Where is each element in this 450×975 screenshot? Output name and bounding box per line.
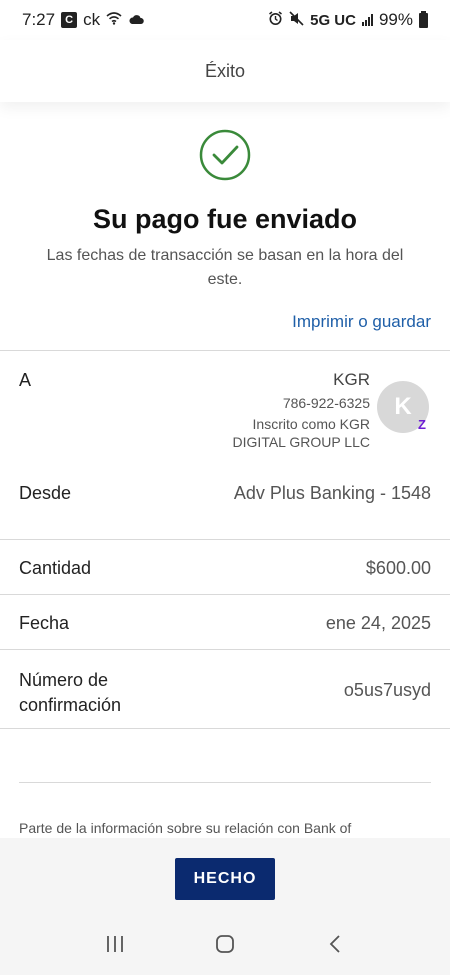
recipient-name: KGR bbox=[333, 370, 370, 389]
confirmation-label: Número de confirmación bbox=[19, 668, 121, 718]
done-button[interactable]: HECHO bbox=[175, 858, 275, 900]
amount-value: $600.00 bbox=[365, 558, 431, 578]
status-bar: 7:27 C ck 5G UC 99% bbox=[0, 0, 450, 40]
from-label: Desde bbox=[19, 483, 72, 503]
divider bbox=[0, 594, 450, 595]
confirmation-value: o5us7usyd bbox=[343, 680, 431, 700]
home-button[interactable] bbox=[205, 927, 245, 967]
recipient-info: KGR 786-922-6325 Inscrito como KGR DIGIT… bbox=[233, 370, 370, 451]
recent-apps-icon bbox=[105, 935, 125, 958]
back-button[interactable] bbox=[315, 927, 355, 967]
battery-percent: 99% bbox=[378, 10, 413, 29]
alarm-icon bbox=[268, 11, 283, 29]
date-value: ene 24, 2025 bbox=[325, 613, 431, 633]
divider bbox=[0, 350, 450, 351]
back-chevron-icon bbox=[328, 934, 342, 959]
page-title: Éxito bbox=[204, 60, 246, 81]
print-or-save-link[interactable]: Imprimir o guardar bbox=[292, 312, 431, 332]
zelle-icon: Z bbox=[418, 416, 426, 432]
status-left: 7:27 C ck bbox=[22, 10, 144, 30]
confirmation-label-line2: confirmación bbox=[19, 695, 122, 715]
from-value: Adv Plus Banking - 1548 bbox=[233, 483, 431, 503]
divider bbox=[0, 728, 450, 729]
divider bbox=[0, 649, 450, 650]
page-header: Éxito bbox=[0, 40, 450, 102]
status-time: 7:27 bbox=[22, 10, 56, 29]
success-check-icon bbox=[199, 129, 251, 181]
status-right: 5G UC 99% bbox=[268, 10, 428, 30]
recipient-phone: 786-922-6325 bbox=[282, 395, 370, 411]
recent-apps-button[interactable] bbox=[95, 927, 135, 967]
date-label: Fecha bbox=[19, 613, 70, 633]
disclaimer-text: Parte de la información sobre su relació… bbox=[19, 820, 352, 836]
divider bbox=[19, 782, 431, 783]
recipient-enrolled-line1: Inscrito como KGR bbox=[252, 416, 370, 432]
home-icon bbox=[215, 934, 235, 959]
battery-icon bbox=[419, 10, 428, 28]
network-type: 5G UC bbox=[310, 11, 356, 29]
system-nav-bar bbox=[0, 918, 450, 975]
amount-label: Cantidad bbox=[19, 558, 92, 578]
success-title: Su pago fue enviado bbox=[92, 204, 358, 234]
ck-notification: ck bbox=[83, 10, 101, 29]
to-label: A bbox=[19, 370, 32, 390]
divider bbox=[0, 539, 450, 540]
app-badge-icon: C bbox=[61, 12, 78, 28]
mute-icon bbox=[289, 11, 304, 29]
wifi-icon bbox=[106, 12, 122, 28]
confirmation-label-line1: Número de bbox=[19, 670, 109, 690]
recipient-enrolled-line2: DIGITAL GROUP LLC bbox=[232, 434, 370, 450]
cloud-icon bbox=[128, 13, 144, 28]
success-subtitle: Las fechas de transacción se basan en la… bbox=[46, 247, 404, 288]
signal-icon bbox=[361, 14, 373, 26]
success-section: Su pago fue enviado Las fechas de transa… bbox=[0, 102, 450, 350]
